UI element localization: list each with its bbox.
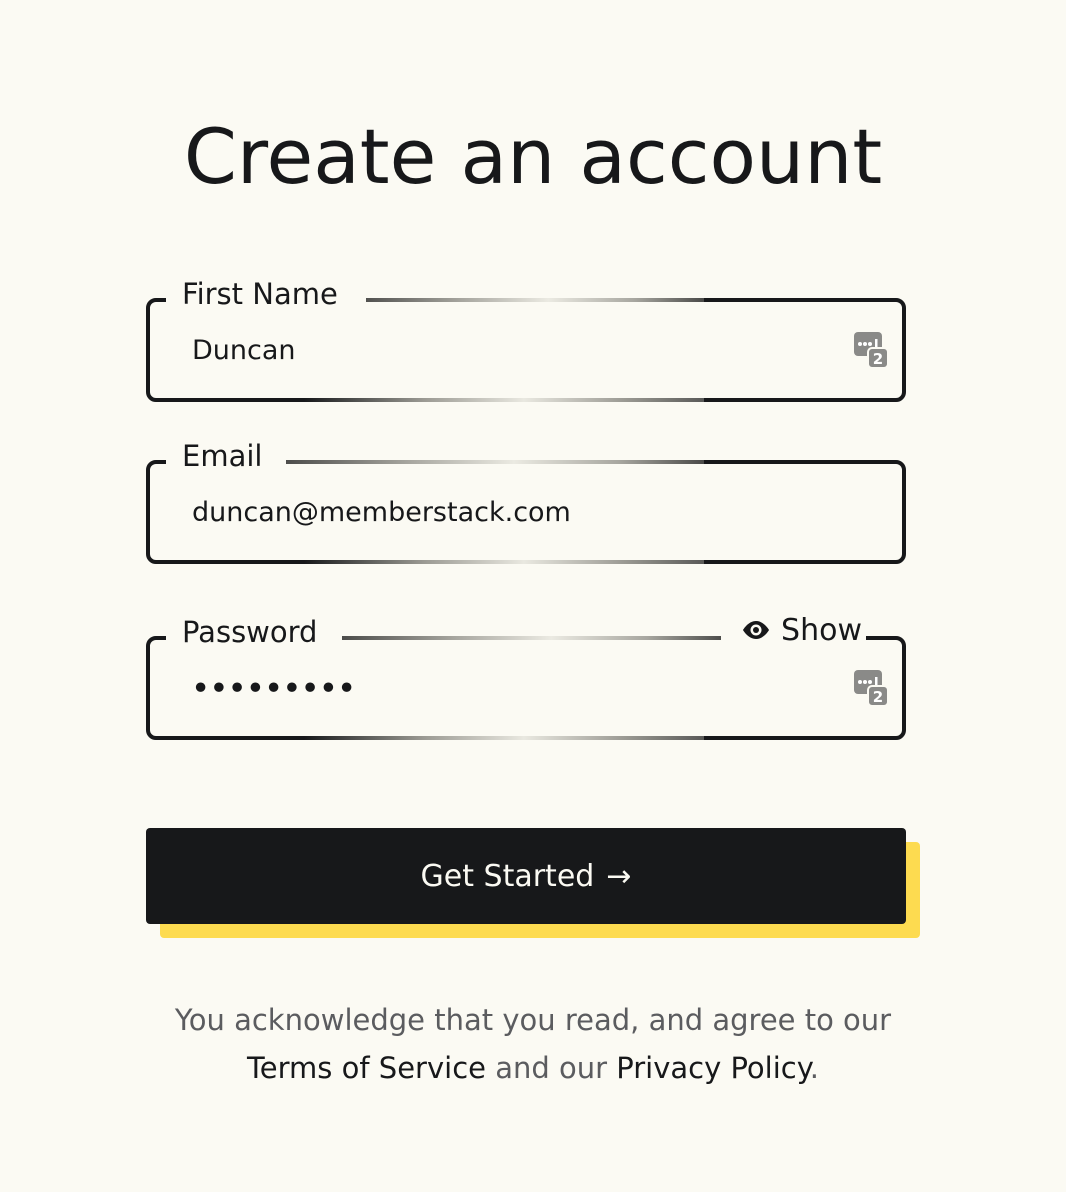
password-field: Password Show 2 — [146, 612, 906, 740]
get-started-label: Get Started — [420, 858, 595, 894]
legal-line-2: Terms of Service and our Privacy Policy. — [0, 1044, 1066, 1092]
first-name-input[interactable] — [192, 298, 812, 402]
page-title: Create an account — [183, 112, 883, 201]
password-manager-icon[interactable]: 2 — [854, 332, 888, 368]
privacy-policy-link[interactable]: Privacy Policy — [616, 1051, 810, 1085]
svg-text:2: 2 — [873, 688, 883, 706]
first-name-field: First Name 2 — [146, 277, 906, 402]
svg-text:2: 2 — [873, 350, 883, 368]
get-started-button[interactable]: Get Started → — [146, 828, 906, 924]
email-field: Email — [146, 439, 906, 564]
password-input[interactable] — [192, 636, 812, 740]
email-input[interactable] — [192, 460, 812, 564]
legal-connector: and our — [495, 1051, 608, 1085]
terms-of-service-link[interactable]: Terms of Service — [247, 1051, 486, 1085]
legal-notice: You acknowledge that you read, and agree… — [0, 996, 1066, 1092]
legal-line-1: You acknowledge that you read, and agree… — [174, 1003, 892, 1037]
arrow-right-icon: → — [606, 858, 632, 894]
password-manager-icon[interactable]: 2 — [854, 670, 888, 706]
legal-period: . — [809, 1051, 819, 1085]
